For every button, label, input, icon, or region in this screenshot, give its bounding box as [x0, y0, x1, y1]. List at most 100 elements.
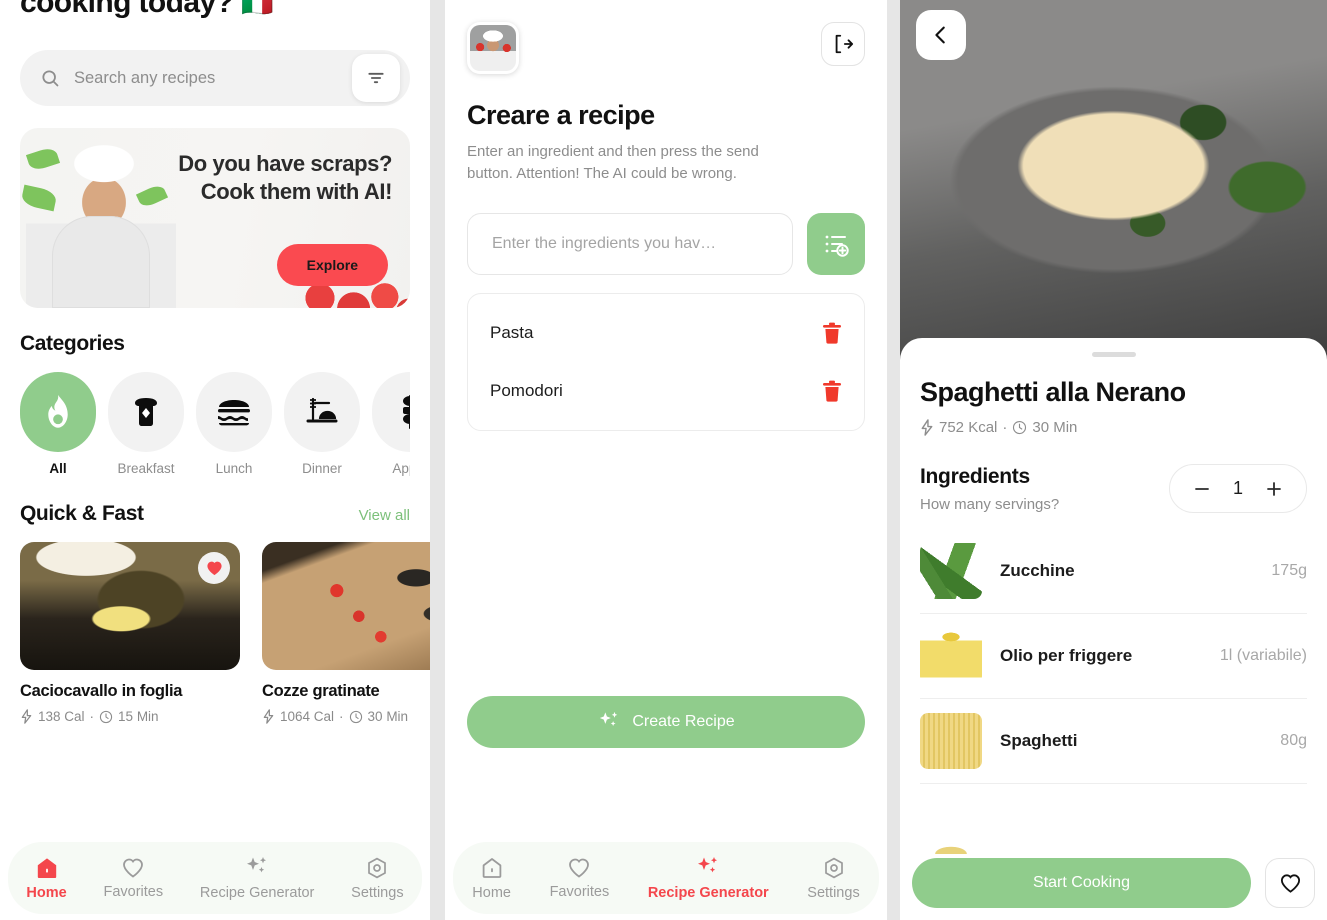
recipe-detail-sheet: Spaghetti alla Nerano 752 Kcal · 30 Min [900, 338, 1327, 920]
detail-ingredient-list: Zucchine 175g Olio per friggere 1l (vari… [920, 529, 1307, 868]
recipe-card[interactable]: Caciocavallo in foglia 138 Cal · 15 Min [20, 542, 240, 724]
tab-label: Favorites [549, 884, 610, 900]
quick-fast-header: Quick & Fast View all [20, 502, 410, 526]
ingredient-amount: 1l (variabile) [1219, 647, 1307, 664]
create-recipe-label: Create Recipe [632, 713, 735, 730]
category-item-breakfast[interactable]: Breakfast [108, 372, 184, 476]
recipe-meta: 752 Kcal · 30 Min [920, 419, 1307, 436]
calories-icon [20, 709, 33, 724]
list-item-partial[interactable] [920, 784, 1307, 868]
category-item-all[interactable]: All [20, 372, 96, 476]
tab-label: Settings [807, 884, 860, 901]
category-item-dinner[interactable]: Dinner [284, 372, 360, 476]
tab-settings[interactable]: Settings [351, 856, 404, 901]
bottom-tab-bar: Home Favorites Recipe Generator Settings [453, 842, 879, 914]
categories-list[interactable]: All Breakfast Lunch Dinner Ap [20, 372, 410, 476]
explore-button[interactable]: Explore [276, 244, 388, 286]
page-title: cooking today? 🇮🇹 [20, 0, 410, 20]
decrease-servings-button[interactable] [1192, 479, 1212, 499]
servings-stepper[interactable]: 1 [1169, 464, 1307, 513]
sparkles-icon [695, 856, 721, 880]
recipe-card-calories: 138 Cal [38, 709, 85, 724]
generator-title: Creare a recipe [467, 100, 655, 130]
tab-home[interactable]: Home [472, 856, 511, 901]
sparkles-icon [597, 711, 621, 733]
list-item[interactable]: Pomodori [468, 362, 864, 420]
list-item[interactable]: Zucchine 175g [920, 529, 1307, 614]
ingredient-name: Pomodori [490, 381, 563, 400]
categories-section: Categories All Breakfast Lunch Dinner Ap [20, 332, 410, 476]
tab-label: Recipe Generator [199, 884, 315, 901]
promo-line-1: Do you have scraps? [178, 151, 392, 176]
search-input[interactable] [74, 68, 324, 88]
category-label: All [49, 461, 67, 476]
recipe-card-meta: 1064 Cal · 30 Min [262, 709, 430, 724]
filter-icon [366, 68, 386, 88]
list-item[interactable]: Pasta [468, 304, 864, 362]
ingredient-name: Zucchine [1000, 561, 1075, 580]
skewer-icon [400, 395, 410, 429]
start-cooking-button[interactable]: Start Cooking [912, 858, 1251, 908]
panel-gap [430, 0, 445, 920]
avatar[interactable] [467, 22, 519, 74]
tab-favorites[interactable]: Favorites [103, 856, 163, 900]
category-label: Appet [392, 461, 410, 476]
heart-icon [1279, 872, 1302, 894]
promo-banner[interactable]: Do you have scraps? Cook them with AI! E… [20, 128, 410, 308]
create-recipe-button[interactable]: Create Recipe [467, 696, 865, 748]
category-label: Dinner [302, 461, 342, 476]
recipe-card[interactable]: Cozze gratinate 1064 Cal · 30 Min [262, 542, 430, 724]
quick-fast-title: Quick & Fast [20, 502, 144, 525]
recipe-card-time: 30 Min [367, 709, 409, 724]
home-icon [480, 856, 504, 880]
list-item[interactable]: Olio per friggere 1l (variabile) [920, 614, 1307, 699]
favorite-button[interactable] [1265, 858, 1315, 908]
category-item-appetizers[interactable]: Appet [372, 372, 410, 476]
increase-servings-button[interactable] [1264, 479, 1284, 499]
category-icon-wrap [20, 372, 96, 452]
recipe-card-time: 15 Min [118, 709, 159, 724]
back-button[interactable] [916, 10, 966, 60]
heart-icon [121, 856, 145, 879]
recipe-detail-screen: Spaghetti alla Nerano 752 Kcal · 30 Min [900, 0, 1327, 920]
recipe-hero-image [900, 0, 1327, 360]
panel-gap [887, 0, 900, 920]
search-row [20, 50, 410, 106]
view-all-link[interactable]: View all [359, 507, 410, 524]
ingredients-heading-block: Ingredients How many servings? [920, 465, 1059, 513]
bottom-tab-bar: Home Favorites Recipe Generator Settings [8, 842, 422, 914]
tab-settings[interactable]: Settings [807, 856, 860, 901]
recipe-card-list: Caciocavallo in foglia 138 Cal · 15 Min … [20, 542, 430, 724]
tab-home[interactable]: Home [26, 856, 67, 901]
delete-ingredient-button[interactable] [822, 380, 842, 402]
ingredient-amount: 80g [1280, 732, 1307, 749]
chevron-left-icon [930, 24, 952, 46]
add-ingredient-button[interactable] [807, 213, 865, 275]
ingredient-amount: 175g [1271, 562, 1307, 579]
delete-ingredient-button[interactable] [822, 322, 842, 344]
oil-thumb-icon [920, 628, 982, 684]
recipe-card-meta: 138 Cal · 15 Min [20, 709, 240, 724]
italian-flag-icon: 🇮🇹 [241, 0, 273, 18]
tab-recipe-generator[interactable]: Recipe Generator [648, 856, 769, 901]
tab-label: Favorites [103, 884, 164, 900]
tab-label: Recipe Generator [647, 884, 769, 901]
trash-icon [822, 322, 842, 344]
recipe-generator-screen: Creare a recipe Enter an ingredient and … [445, 0, 887, 920]
sheet-grabber[interactable] [1091, 352, 1136, 357]
category-icon-wrap [372, 372, 410, 452]
tab-favorites[interactable]: Favorites [549, 856, 610, 900]
generator-header [467, 0, 865, 74]
detail-action-bar: Start Cooking [912, 858, 1315, 908]
ingredient-input[interactable] [467, 213, 793, 275]
filter-button[interactable] [352, 54, 400, 102]
recipe-card-image [20, 542, 240, 670]
generator-subtitle: Enter an ingredient and then press the s… [467, 143, 759, 182]
logout-button[interactable] [821, 22, 865, 66]
ingredient-name: Pasta [490, 323, 534, 342]
category-item-lunch[interactable]: Lunch [196, 372, 272, 476]
partial-thumb-icon [920, 798, 982, 854]
favorite-button[interactable] [198, 552, 230, 584]
list-item[interactable]: Spaghetti 80g [920, 699, 1307, 784]
tab-recipe-generator[interactable]: Recipe Generator [200, 856, 314, 901]
